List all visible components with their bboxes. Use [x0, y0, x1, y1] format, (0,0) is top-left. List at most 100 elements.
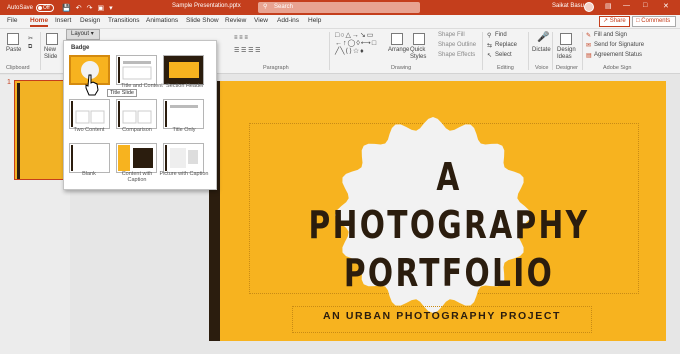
tab-slide-show[interactable]: Slide Show — [186, 17, 219, 24]
layout-blank[interactable] — [69, 143, 110, 173]
group-paragraph: Paragraph — [263, 65, 289, 71]
tab-view[interactable]: View — [254, 17, 268, 24]
layout-content-with-caption[interactable] — [116, 143, 157, 173]
layout-label-blank: Blank — [82, 171, 96, 177]
group-voice: Voice — [535, 65, 549, 71]
layout-label-section-header: Section Header — [166, 83, 204, 89]
new-slide-button[interactable]: New Slide — [44, 47, 62, 61]
maximize-icon[interactable]: □ — [643, 2, 647, 9]
layout-label-content-with-caption: Content with Caption — [121, 171, 153, 183]
autosave-label: AutoSave — [7, 4, 34, 11]
slide-number: 1 — [7, 79, 11, 86]
design-ideas-button[interactable]: Design Ideas — [557, 47, 577, 61]
tab-animations[interactable]: Animations — [146, 17, 178, 24]
undo-icon[interactable]: ↶ — [76, 4, 82, 12]
layout-two-content[interactable] — [69, 99, 110, 129]
fill-and-sign-button[interactable]: Fill and Sign — [594, 32, 627, 38]
slide-thumbnail[interactable] — [14, 80, 66, 180]
select-icon: ↖ — [487, 53, 493, 59]
layout-label-title-only: Title Only — [172, 127, 196, 133]
layout-comparison[interactable] — [116, 99, 157, 129]
layout-section-header[interactable] — [163, 55, 204, 85]
redo-icon[interactable]: ↷ — [87, 4, 93, 12]
group-clipboard: Clipboard — [6, 65, 30, 71]
replace-icon: ⇆ — [487, 43, 493, 49]
send-signature-icon: ✉ — [586, 43, 592, 49]
tab-help[interactable]: Help — [308, 17, 321, 24]
hand-cursor-icon — [85, 74, 99, 96]
send-for-signature-button[interactable]: Send for Signature — [594, 42, 644, 48]
layout-gallery: Badge Title and Content Section Header T… — [63, 40, 217, 190]
shape-effects-button[interactable]: Shape Effects — [438, 52, 475, 58]
layout-picture-with-caption[interactable] — [163, 143, 204, 173]
replace-button[interactable]: Replace — [495, 42, 517, 48]
slide-title[interactable]: A PHOTOGRAPHY PORTFOLIO — [297, 153, 601, 297]
tab-review[interactable]: Review — [225, 17, 246, 24]
comments-button[interactable]: □ Comments — [632, 16, 676, 27]
title-content-preview — [118, 57, 152, 83]
user-name[interactable]: Saikat Basu — [552, 3, 584, 9]
new-slide-icon[interactable] — [46, 33, 58, 45]
slide-subtitle[interactable]: AN URBAN PHOTOGRAPHY PROJECT — [292, 310, 592, 322]
close-icon[interactable]: ✕ — [663, 2, 669, 10]
layout-label: Layout — [71, 31, 90, 37]
shape-fill-button[interactable]: Shape Fill — [438, 32, 465, 38]
group-adobe-sign: Adobe Sign — [603, 65, 632, 71]
autosave-toggle[interactable]: Off — [36, 3, 55, 12]
search-input[interactable]: ⚲ Search — [258, 2, 420, 13]
tab-design[interactable]: Design — [80, 17, 100, 24]
search-placeholder: Search — [274, 4, 294, 10]
more-icon[interactable]: ▾ — [109, 4, 113, 12]
select-button[interactable]: Select — [495, 52, 512, 58]
layout-dropdown[interactable]: Layout ▾ — [66, 29, 100, 40]
gallery-header: Badge — [71, 45, 90, 51]
ribbon-display-icon[interactable]: ▤ — [605, 2, 612, 10]
fill-sign-icon: ✎ — [586, 33, 592, 39]
layout-title-and-content[interactable] — [116, 55, 157, 85]
agreement-status-button[interactable]: Agreement Status — [594, 52, 642, 58]
quick-styles-button[interactable]: Quick Styles — [410, 47, 430, 61]
tab-home[interactable]: Home — [30, 17, 49, 27]
design-ideas-icon[interactable] — [560, 33, 572, 45]
group-drawing: Drawing — [391, 65, 412, 71]
dictate-button[interactable]: Dictate — [532, 47, 551, 53]
section-header-preview — [169, 62, 199, 78]
paragraph-controls[interactable]: ≡ ≡ ≡ — [234, 35, 248, 41]
layout-title-only[interactable] — [163, 99, 204, 129]
copy-icon[interactable]: ⧉ — [28, 44, 32, 51]
paste-button[interactable]: Paste — [6, 47, 21, 53]
shape-outline-button[interactable]: Shape Outline — [438, 42, 476, 48]
two-content-preview — [71, 101, 105, 127]
slide[interactable]: A PHOTOGRAPHY PORTFOLIO AN URBAN PHOTOGR… — [209, 81, 666, 341]
share-icon: ↗ — [603, 18, 609, 24]
document-title: Sample Presentation.pptx — [172, 3, 241, 9]
shapes-gallery[interactable]: □○△→↘▭ ←↑◯◊⟷□ ╱╲⟨⟩☆♦ — [335, 32, 385, 56]
cut-icon[interactable]: ✂ — [28, 35, 33, 42]
find-button[interactable]: Find — [495, 32, 507, 38]
arrange-icon[interactable] — [391, 33, 403, 45]
microphone-icon[interactable]: 🎤 — [537, 32, 549, 43]
share-button[interactable]: ↗ Share — [599, 16, 630, 27]
align-controls[interactable]: ☰ ☰ ☰ ☰ — [234, 47, 261, 54]
minimize-icon[interactable]: — — [623, 2, 630, 9]
tab-transitions[interactable]: Transitions — [108, 17, 140, 24]
quick-styles-icon[interactable] — [413, 33, 425, 45]
group-editing: Editing — [497, 65, 514, 71]
tooltip: Title Slide — [107, 89, 137, 97]
slide-title-line-2: PORTFOLIO — [343, 251, 555, 295]
tab-add-ins[interactable]: Add-ins — [277, 17, 299, 24]
ribbon-divider — [482, 32, 483, 70]
tab-insert[interactable]: Insert — [55, 17, 71, 24]
arrange-button[interactable]: Arrange — [388, 47, 409, 53]
layout-label-comparison: Comparison — [122, 127, 152, 133]
tab-file[interactable]: File — [7, 17, 17, 24]
present-icon[interactable]: ▣ — [98, 4, 105, 12]
ribbon-divider — [40, 32, 41, 70]
paste-icon[interactable] — [7, 33, 19, 45]
save-icon[interactable]: 💾 — [62, 4, 71, 12]
comparison-preview — [118, 101, 152, 127]
title-bar: AutoSave Off 💾 ↶ ↷ ▣ ▾ Sample Presentati… — [0, 0, 680, 15]
quick-access-toolbar: 💾 ↶ ↷ ▣ ▾ — [62, 4, 113, 12]
slide-title-line-1: A PHOTOGRAPHY — [308, 155, 590, 247]
avatar[interactable] — [584, 2, 594, 12]
